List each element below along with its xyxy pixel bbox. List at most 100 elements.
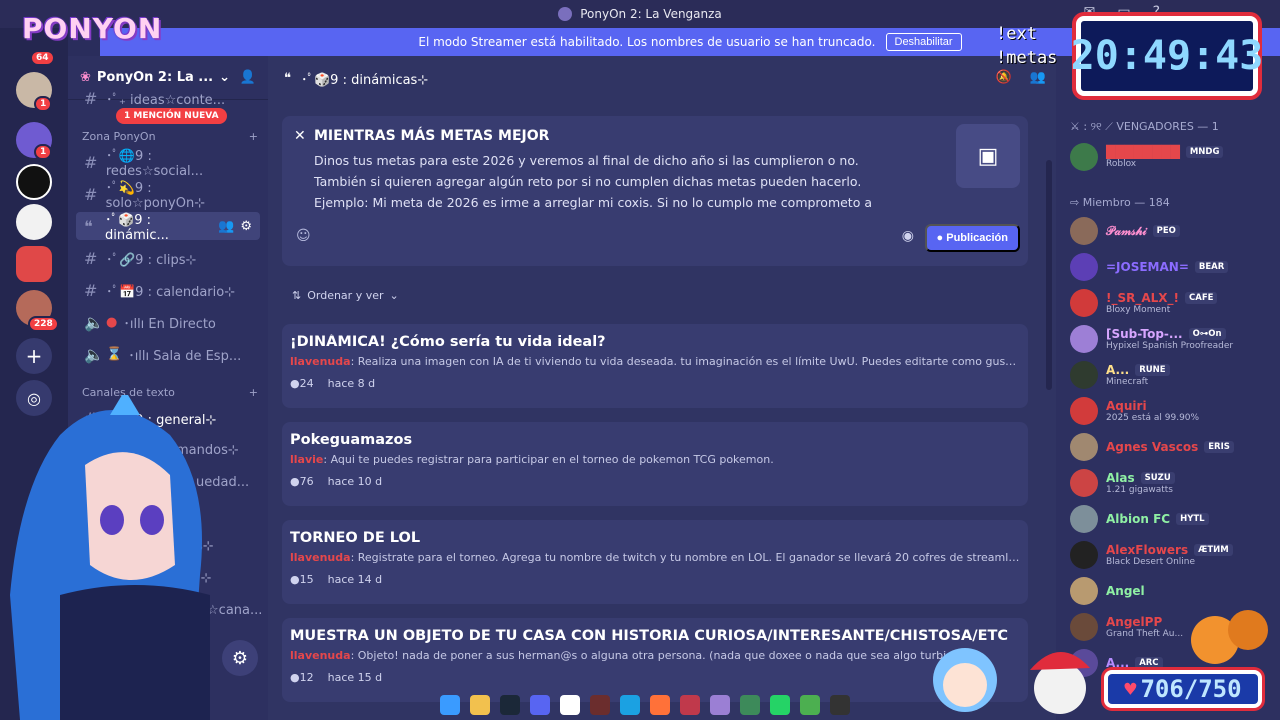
channel-label: ･ıllı Sala de Esp... [128,348,242,364]
category-zona-ponyon[interactable]: Zona PonyOn + [82,130,258,143]
server-icon[interactable] [16,164,52,200]
guild-tag: SUZU [1140,472,1175,484]
members-icon[interactable]: 👥 [218,219,234,234]
post-body: Aqui te puedes registrar para participar… [330,453,774,466]
app-icon[interactable] [590,695,610,715]
member-info: ████████ MNDG Roblox [1106,145,1224,169]
sort-and-view-button[interactable]: ⇅ Ordenar y ver ⌄ [282,284,409,306]
chatgpt-icon[interactable] [560,695,580,715]
channel-label: ･ﾟ₊ ideas☆conte... [106,92,226,108]
forum-channel-name: ･ﾟ🎲9 : dinámicas⊹ [301,72,429,88]
add-member-icon[interactable]: 👤 [240,70,256,85]
post-preview: llavie: Aqui te puedes registrar para pa… [290,453,774,466]
start-icon[interactable] [440,695,460,715]
message-count: 76 [290,475,314,488]
gear-icon[interactable]: ⚙ [240,219,252,234]
post-time: hace 8 d [327,377,376,390]
mute-bell-icon[interactable]: 🔕 [996,70,1012,85]
forum-post[interactable]: TORNEO DE LOL llavenuda: Registrate para… [282,520,1028,604]
vscode-icon[interactable] [710,695,730,715]
add-server-icon[interactable]: + [16,338,52,374]
chat-bubble-icon: ● [936,232,944,244]
edge-icon[interactable] [620,695,640,715]
post-author: llavenuda [290,355,351,368]
member-item[interactable]: !_SR_ALX_! CAFE Bloxy Moment [1064,284,1274,322]
channel-item-active[interactable]: ❝ ･ﾟ🎲9 : dinámic... 👥 ⚙ [76,212,260,243]
member-item[interactable]: =JOSEMAN= BEAR [1064,248,1274,286]
forum-post[interactable]: ¡DINÁMICA! ¿Cómo sería tu vida ideal? ll… [282,324,1028,408]
voice-channel-item[interactable]: 🔈 ⌛ ･ıllı Sala de Esp... [76,340,260,368]
member-name-row: Alas SUZU [1106,471,1175,485]
guild-tag: ARC [1135,657,1163,669]
member-name-row: AngelPP [1106,615,1183,629]
vtuber-avatar [10,395,210,720]
channel-item[interactable]: # ･ﾟ🌐9 : redes☆social... [76,148,260,179]
disable-streamer-button[interactable]: Deshabilitar [885,33,962,51]
app-icon [558,7,573,21]
publish-button[interactable]: ● Publicación [924,224,1020,252]
valorant-icon[interactable] [680,695,700,715]
member-activity: 1.21 gigawatts [1106,485,1173,495]
member-name: Aquiri [1106,399,1147,413]
member-item[interactable]: ████████ MNDG Roblox [1064,138,1274,176]
mention-pill[interactable]: 1 MENCIÓN NUEVA [116,108,227,124]
avatar [1070,397,1098,425]
preview-eye-icon[interactable]: ◉ [902,228,914,244]
whatsapp-icon[interactable] [770,695,790,715]
channel-item[interactable]: # ･ﾟ💫9 : solo☆ponyOn⊹ [76,180,260,211]
add-image-icon[interactable]: ▣ [956,124,1020,188]
member-item[interactable]: Aquiri 2025 está al 99.90% [1064,392,1274,430]
server-icon[interactable] [16,246,52,282]
message-count: 24 [290,377,314,390]
close-icon[interactable]: ✕ [294,128,306,144]
forum-post[interactable]: Pokeguamazos llavie: Aqui te puedes regi… [282,422,1028,506]
emoji-icon[interactable]: ☺ [296,228,311,244]
post-meta: 76 hace 10 d [290,475,1020,488]
file-explorer-icon[interactable] [470,695,490,715]
voice-channel-item[interactable]: 🔈 ● ･ıllı En Directo [76,308,260,336]
member-item[interactable]: A... RUNE Minecraft [1064,356,1274,394]
hash-icon: # [84,280,98,300]
member-name: 𝒫𝒶𝓂𝓈𝒽𝒾 [1106,223,1147,238]
app-icon[interactable] [740,695,760,715]
channel-item[interactable]: # ･ﾟ🔗9 : clips⊹ [76,244,260,272]
guideline-body[interactable]: Dinos tus metas para este 2026 y veremos… [314,150,894,213]
channel-item-partial[interactable]: # ･ﾟ₊ ideas☆conte... [76,89,260,108]
guild-icon: ❀ [80,70,91,85]
speaker-icon: 🔈 [84,312,104,332]
member-group-header: ⇨ Miembro — 184 [1070,196,1170,209]
member-item[interactable]: Alas SUZU 1.21 gigawatts [1064,464,1274,502]
logo-badge: 64 [30,50,55,66]
member-name-row: =JOSEMAN= BEAR [1106,260,1229,274]
firefox-icon[interactable] [650,695,670,715]
member-item[interactable]: AlexFlowers ÆTИM Black Desert Online [1064,536,1274,574]
chibi-mascots [933,648,1090,714]
post-time: hace 10 d [327,475,383,488]
discord-icon[interactable] [530,695,550,715]
member-name: [Sub-Top-... [1106,327,1183,341]
member-item[interactable]: Albion FC HYTL [1064,500,1274,538]
member-name: Angel [1106,584,1145,598]
member-item[interactable]: 𝒫𝒶𝓂𝓈𝒽𝒾 PEO [1064,212,1274,250]
members-list-icon[interactable]: 👥 [1030,70,1046,85]
guild-tag: MNDG [1185,146,1224,158]
scrollbar[interactable] [1046,160,1052,390]
member-info: Aquiri 2025 está al 99.90% [1106,399,1199,423]
member-name-row: Angel [1106,584,1145,598]
post-author: llavenuda [290,649,351,662]
channel-item[interactable]: # ･ﾟ📅9 : calendario⊹ [76,276,260,304]
publish-label: Publicación [946,232,1008,244]
add-channel-icon[interactable]: + [249,130,258,143]
member-item[interactable]: Agnes Vascos ERIS [1064,428,1274,466]
guild-tag: BEAR [1194,261,1229,273]
server-icon[interactable] [16,204,52,240]
member-name-row: Agnes Vascos ERIS [1106,440,1234,454]
member-name-row: !_SR_ALX_! CAFE [1106,291,1218,305]
app-icon[interactable] [800,695,820,715]
obs-icon[interactable] [830,695,850,715]
member-item[interactable]: [Sub-Top-... O⊶On Hypixel Spanish Proofrea… [1064,320,1274,358]
avatar [1070,577,1098,605]
sort-icon: ⇅ [292,288,302,302]
steam-icon[interactable] [500,695,520,715]
forum-icon: ❝ [84,216,93,236]
